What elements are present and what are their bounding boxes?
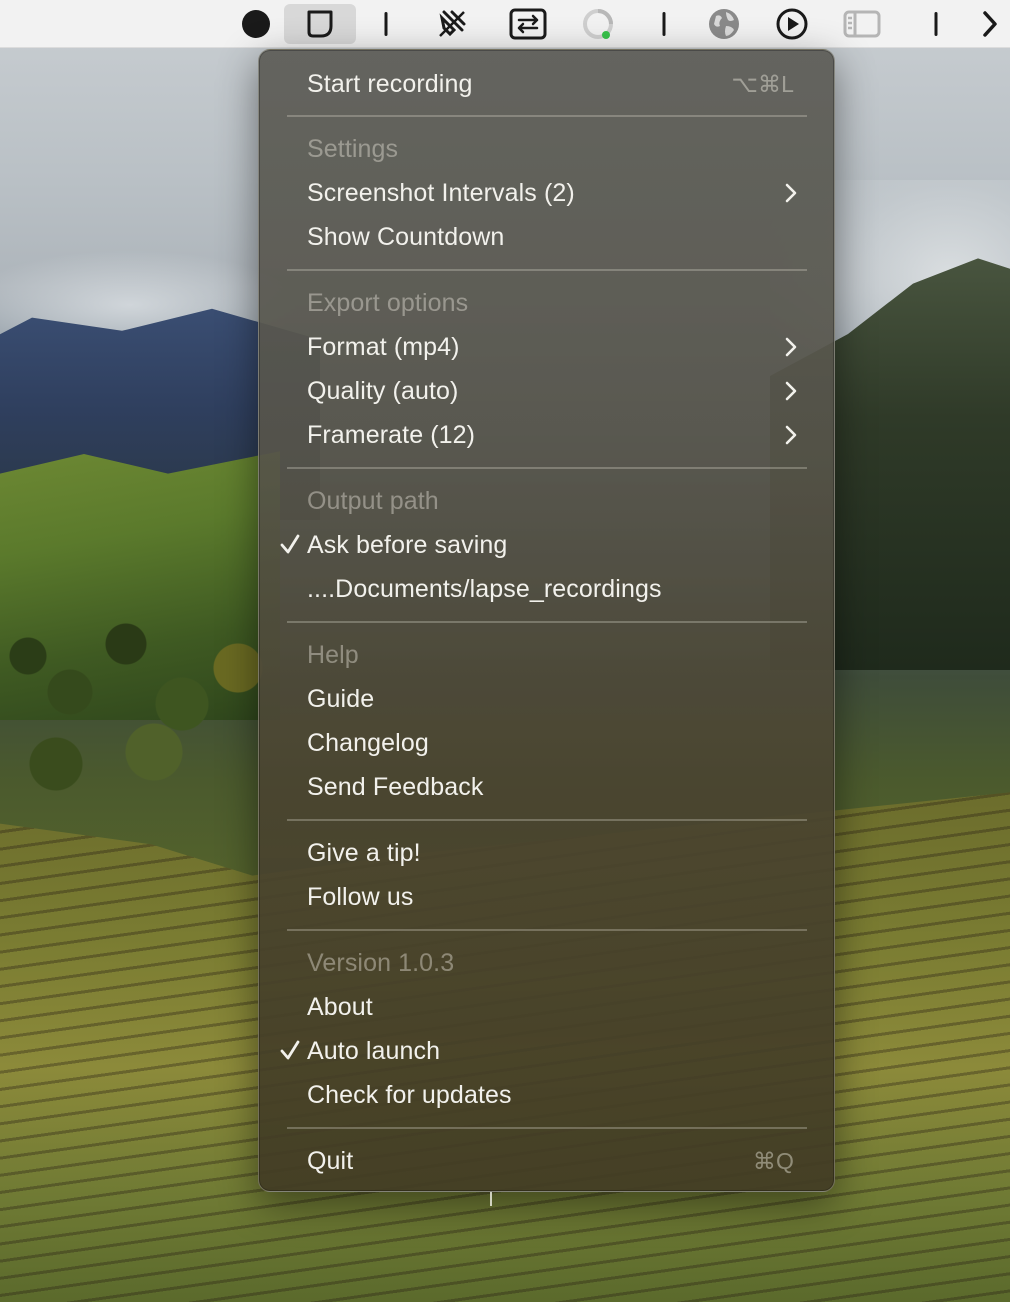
lapse-app-icon[interactable] xyxy=(284,4,356,44)
menu-item-format[interactable]: Format (mp4) xyxy=(277,327,818,367)
menu-item-ask-before-saving[interactable]: Ask before saving xyxy=(277,525,818,565)
keyboard-shortcut: ⌥⌘L xyxy=(731,70,794,97)
divider-bar-icon xyxy=(358,4,414,44)
menu-section-header-export: Export options xyxy=(277,283,818,323)
menu-item-about[interactable]: About xyxy=(277,987,818,1027)
section-header-label: Settings xyxy=(307,134,399,163)
menu-item-label: Quality (auto) xyxy=(307,376,459,405)
text-cursor-icon xyxy=(490,1192,496,1206)
menu-item-label: Auto launch xyxy=(307,1036,441,1065)
menu-item-send-feedback[interactable]: Send Feedback xyxy=(277,767,818,807)
menu-item-auto-launch[interactable]: Auto launch xyxy=(277,1031,818,1071)
submenu-chevron-icon xyxy=(785,381,797,401)
menu-item-follow-us[interactable]: Follow us xyxy=(277,877,818,917)
play-circle-icon[interactable] xyxy=(764,4,820,44)
menu-item-quit[interactable]: Quit ⌘Q xyxy=(277,1141,818,1181)
menu-section-header-help: Help xyxy=(277,635,818,675)
menu-item-label: Follow us xyxy=(307,882,414,911)
menu-item-framerate[interactable]: Framerate (12) xyxy=(277,415,818,455)
menu-item-label: Screenshot Intervals (2) xyxy=(307,178,575,207)
menu-bar xyxy=(0,0,1010,48)
menu-item-label: About xyxy=(307,992,373,1021)
keyboard-shortcut: ⌘Q xyxy=(752,1147,794,1174)
submenu-chevron-icon xyxy=(785,425,797,445)
menu-item-label: Framerate (12) xyxy=(307,420,476,449)
menu-item-show-countdown[interactable]: Show Countdown xyxy=(277,217,818,257)
menu-item-label: ....Documents/lapse_recordings xyxy=(307,574,662,603)
record-dot-icon[interactable] xyxy=(228,4,284,44)
menu-item-label: Start recording xyxy=(307,69,473,98)
wallpaper-trees xyxy=(0,560,280,800)
menu-item-label: Ask before saving xyxy=(307,530,508,559)
menu-item-changelog[interactable]: Changelog xyxy=(277,723,818,763)
loading-ring-icon[interactable] xyxy=(570,4,626,44)
menu-item-label: Guide xyxy=(307,684,375,713)
menu-separator xyxy=(287,1127,807,1129)
menu-item-guide[interactable]: Guide xyxy=(277,679,818,719)
version-text: Version 1.0.3 xyxy=(307,948,455,977)
crossed-cursor-icon[interactable] xyxy=(424,4,480,44)
globe-icon[interactable] xyxy=(696,4,752,44)
checkmark-icon xyxy=(280,534,300,554)
divider-bar-icon xyxy=(908,4,964,44)
menu-item-quality[interactable]: Quality (auto) xyxy=(277,371,818,411)
screen-swap-icon[interactable] xyxy=(500,4,556,44)
submenu-chevron-icon xyxy=(785,183,797,203)
menu-item-label: Show Countdown xyxy=(307,222,505,251)
section-header-label: Output path xyxy=(307,486,439,515)
menu-item-start-recording[interactable]: Start recording ⌥⌘L xyxy=(277,64,818,104)
menu-item-label: Check for updates xyxy=(307,1080,512,1109)
menu-separator xyxy=(287,115,807,117)
menu-item-screenshot-intervals[interactable]: Screenshot Intervals (2) xyxy=(277,173,818,213)
menu-item-label: Quit xyxy=(307,1146,354,1175)
menu-separator xyxy=(287,929,807,931)
section-header-label: Help xyxy=(307,640,359,669)
menu-section-header-output: Output path xyxy=(277,481,818,521)
menu-separator xyxy=(287,467,807,469)
menu-item-output-path[interactable]: ....Documents/lapse_recordings xyxy=(277,569,818,609)
menu-separator xyxy=(287,819,807,821)
checkmark-icon xyxy=(280,1040,300,1060)
app-dropdown-menu: Start recording ⌥⌘L Settings Screenshot … xyxy=(258,49,835,1192)
menu-item-check-updates[interactable]: Check for updates xyxy=(277,1075,818,1115)
menu-separator xyxy=(287,621,807,623)
chevron-right-icon[interactable] xyxy=(970,4,1010,44)
menu-item-give-tip[interactable]: Give a tip! xyxy=(277,833,818,873)
section-header-label: Export options xyxy=(307,288,469,317)
menu-separator xyxy=(287,269,807,271)
sidebar-layout-icon[interactable] xyxy=(834,4,890,44)
submenu-chevron-icon xyxy=(785,337,797,357)
menu-item-label: Format (mp4) xyxy=(307,332,460,361)
menu-item-label: Give a tip! xyxy=(307,838,421,867)
menu-section-header-settings: Settings xyxy=(277,129,818,169)
menu-item-label: Send Feedback xyxy=(307,772,484,801)
menu-item-label: Changelog xyxy=(307,728,429,757)
menu-version-label: Version 1.0.3 xyxy=(277,943,818,983)
divider-bar-icon xyxy=(636,4,692,44)
